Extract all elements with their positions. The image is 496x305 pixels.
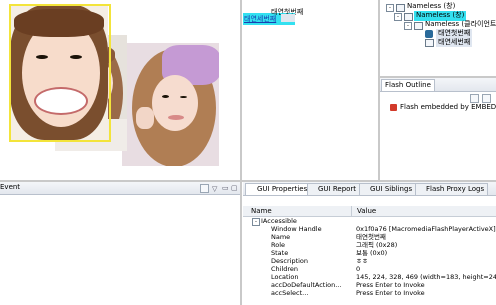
flash-outline-tabbar: Flash Outline [380,78,496,92]
tree-item-window-selected[interactable]: Nameless (창) [416,11,464,20]
minimize-icon[interactable]: ▭ [222,184,229,192]
property-name: State [271,249,289,257]
property-row[interactable]: Role 그래픽 (0x28) [248,241,496,249]
property-value: 태연첫번째 [356,233,386,241]
expand-toggle[interactable]: - [404,22,412,30]
event-panel-body [0,195,240,305]
tab-event[interactable]: Event [0,183,20,191]
tree-item-first[interactable]: 태연첫번째 [436,29,473,38]
flash-item-icon [390,104,397,111]
property-row[interactable]: State 보통 (0x0) [248,249,496,257]
property-row[interactable]: Name 태연첫번째 [248,233,496,241]
flash-outline-item[interactable]: Flash embedded by EMBED t [400,103,496,112]
column-header-name[interactable]: Name [251,207,272,215]
property-row[interactable]: Window Handle 0x1f0a76 [MacromediaFlashP… [248,225,496,233]
flash-outline-panel: Flash embedded by EMBED t [380,92,496,178]
property-row[interactable]: Location 145, 224, 328, 469 (width=183, … [248,273,496,281]
property-value: 0 [356,265,361,273]
property-name: Name [271,233,291,241]
property-name: Location [271,273,299,281]
expand-toggle[interactable]: - [386,4,394,12]
properties-header: Name Value [243,206,496,217]
property-name: accDoDefaultAction... [271,281,342,289]
maximize-icon[interactable]: ▢ [231,184,238,192]
vertical-splitter[interactable] [240,0,242,305]
tab-label: Flash Proxy Logs [426,185,485,193]
property-name: accSelect... [271,289,309,297]
toolbar-icon[interactable] [200,184,209,193]
properties-tabbar: GUI Properties GUI Report GUI Siblings F… [243,182,496,196]
property-value: Press Enter to Invoke [356,289,425,297]
tab-label: Flash Outline [385,81,431,89]
gui-tree-panel: - Nameless (창) - Nameless (창) - Nameless… [380,0,496,76]
property-row[interactable]: Children 0 [248,265,496,273]
tree-item-third[interactable]: 태연세번째 [436,38,473,47]
flash-canvas[interactable] [0,0,240,180]
property-group[interactable]: - IAccessible [248,217,496,226]
window-icon [404,13,413,21]
tab-label: GUI Report [318,185,357,193]
property-name: Role [271,241,286,249]
property-value: Press Enter to Invoke [356,281,425,289]
collapse-all-icon[interactable] [482,94,491,103]
property-row[interactable]: accDoDefaultAction... Press Enter to Inv… [248,281,496,289]
event-tabbar: Event ▽ ▭ ▢ [0,182,240,195]
tab-gui-properties[interactable]: GUI Properties [245,183,312,195]
property-value: 0x1f0a76 [MacromediaFlashPlayerActiveX] [356,225,496,233]
window-icon [396,4,405,12]
view-menu-icon[interactable]: ▽ [212,185,217,193]
tab-flash-outline[interactable]: Flash Outline [381,79,435,91]
property-name: Window Handle [271,225,322,233]
tab-gui-report[interactable]: GUI Report [307,183,361,195]
photo-third[interactable] [122,43,219,166]
property-value: ㅎㅎ [356,257,368,265]
tab-label: GUI Siblings [370,185,413,193]
expand-all-icon[interactable] [470,94,479,103]
property-name: Children [271,265,299,273]
property-value: 145, 224, 328, 469 (width=183, height=24… [356,273,496,281]
property-row[interactable]: Description ㅎㅎ [248,257,496,265]
property-row[interactable]: accSelect... Press Enter to Invoke [248,289,496,297]
graphic-node-icon [425,39,434,47]
property-value: 그래픽 (0x28) [356,241,398,249]
tab-gui-siblings[interactable]: GUI Siblings [359,183,417,195]
selection-outline [9,4,111,142]
graphic-node-icon [425,30,433,38]
property-name: Description [271,257,309,265]
expand-toggle[interactable]: - [394,13,402,21]
group-label: IAccessible [261,217,297,225]
tab-flash-proxy-logs[interactable]: Flash Proxy Logs [415,183,489,195]
flash-label-secondary[interactable]: 태연세번째 [244,14,276,24]
tab-label: GUI Properties [257,185,308,193]
client-icon [414,22,423,30]
column-header-value[interactable]: Value [357,207,376,215]
tree-item-client[interactable]: Nameless (클라이언트... [425,20,496,29]
property-value: 보통 (0x0) [356,249,388,257]
flash-label-area: 태연첫번째 태연세번째 [243,0,377,180]
tree-item-window[interactable]: Nameless (창) [407,2,455,11]
